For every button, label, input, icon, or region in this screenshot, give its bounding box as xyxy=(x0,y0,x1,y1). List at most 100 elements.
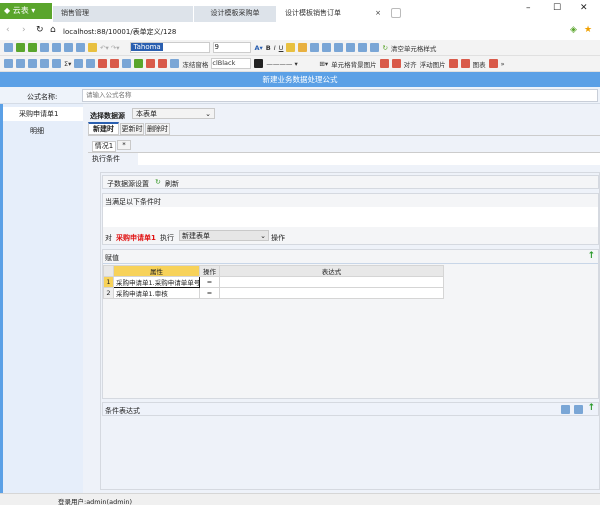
extension-icon[interactable]: ◈ xyxy=(570,25,577,35)
sub-source-button[interactable]: 子数据源设置 xyxy=(107,179,149,189)
align-bottom-icon[interactable] xyxy=(370,43,380,52)
refresh-button[interactable]: 刷新 xyxy=(165,179,179,189)
color-swatch-icon[interactable] xyxy=(254,59,264,68)
color-select[interactable]: clBlack xyxy=(211,58,252,69)
italic-icon[interactable]: I xyxy=(274,44,276,52)
tab-sales-template[interactable]: 设计模板销售订单 × xyxy=(277,6,387,22)
up-arrow-icon[interactable]: ↑ xyxy=(587,251,595,261)
align-top-icon[interactable] xyxy=(346,43,356,52)
cut-icon[interactable] xyxy=(52,43,61,52)
font-size-select[interactable]: 9 xyxy=(213,42,252,53)
name-input[interactable] xyxy=(82,89,598,102)
align-left-icon[interactable] xyxy=(310,43,320,52)
fill-color-icon[interactable] xyxy=(286,43,296,52)
report2-icon[interactable] xyxy=(110,59,120,68)
clear-format-button[interactable]: 清空单元格样式 xyxy=(391,43,437,53)
user-icon[interactable] xyxy=(122,59,132,68)
table-row[interactable]: 1 采购申请单1.采购申请单单号 = xyxy=(103,276,444,288)
case-tab-1[interactable]: 情况1 xyxy=(92,141,116,152)
delete-row-icon[interactable] xyxy=(28,59,37,68)
chart-icon[interactable] xyxy=(488,59,498,68)
float2-icon[interactable] xyxy=(460,59,470,68)
close-tab-icon[interactable]: × xyxy=(375,6,381,20)
action-select[interactable]: 新建表单 ⌄ xyxy=(179,230,269,241)
align-right-icon[interactable] xyxy=(334,43,344,52)
export-icon[interactable] xyxy=(16,43,25,52)
freeze-button[interactable]: 冻结窗格 xyxy=(182,59,208,69)
image-icon[interactable] xyxy=(379,59,389,68)
report-icon[interactable] xyxy=(98,59,108,68)
tab-update[interactable]: 更新时 xyxy=(120,123,144,135)
table-row[interactable]: 2 采购申请单1.审核 = xyxy=(103,287,444,299)
insert-col-icon[interactable] xyxy=(16,59,25,68)
add-case-tab[interactable]: * xyxy=(117,140,131,150)
user2-icon[interactable] xyxy=(134,59,144,68)
sidebar-item-detail[interactable]: 明细 xyxy=(30,126,44,136)
attr-cell[interactable]: 采购申请单1.审核 xyxy=(113,287,200,299)
font-color-icon[interactable]: A▾ xyxy=(254,44,262,52)
copy-icon[interactable] xyxy=(64,43,73,52)
tab-create[interactable]: 新建时 xyxy=(88,122,119,135)
more-icon[interactable]: » xyxy=(501,60,505,68)
preview-icon[interactable] xyxy=(40,43,49,52)
align-button[interactable]: 对齐 xyxy=(404,59,417,69)
url-field[interactable]: localhost:88/10001/表单定义/128 xyxy=(63,27,176,37)
forward-icon[interactable]: › xyxy=(22,25,26,35)
chart-button[interactable]: 图表 xyxy=(473,59,486,69)
save-icon[interactable] xyxy=(4,43,13,52)
paste-icon[interactable] xyxy=(76,43,85,52)
insert-row-icon[interactable] xyxy=(4,59,13,68)
minimize-icon[interactable]: – xyxy=(526,3,531,13)
tab-sales[interactable]: 销售管理 xyxy=(53,6,193,22)
table-icon[interactable] xyxy=(74,59,84,68)
image2-icon[interactable] xyxy=(391,59,401,68)
font-select[interactable]: Tahoma xyxy=(130,42,211,53)
add-expr-icon[interactable] xyxy=(561,405,570,414)
align-center-icon[interactable] xyxy=(322,43,332,52)
undo-icon[interactable]: ↶▾ ↷▾ xyxy=(100,44,119,52)
doc-icon[interactable] xyxy=(146,59,156,68)
expr-cell[interactable] xyxy=(219,276,444,288)
float-icon[interactable] xyxy=(448,59,458,68)
chevron-down-icon: ⌄ xyxy=(205,110,211,118)
underline-icon[interactable]: U xyxy=(279,44,284,52)
reload-icon[interactable]: ↻ xyxy=(36,25,44,35)
merge-icon[interactable] xyxy=(52,59,61,68)
star-icon[interactable]: ★ xyxy=(584,25,592,35)
new-tab-button[interactable] xyxy=(391,8,401,18)
import-icon[interactable] xyxy=(28,43,37,52)
source-select[interactable]: 本表单 ⌄ xyxy=(132,108,215,119)
edit-expr-icon[interactable] xyxy=(574,405,583,414)
back-icon[interactable]: ‹ xyxy=(6,25,10,35)
percent-icon[interactable] xyxy=(170,59,180,68)
cell-bg-button[interactable]: 单元格背景图片 xyxy=(331,59,377,69)
align-middle-icon[interactable] xyxy=(358,43,368,52)
attr-cell[interactable]: 采购申请单1.采购申请单单号 xyxy=(113,276,200,288)
brand-button[interactable]: ◆ 云表 ▾ xyxy=(0,3,52,19)
format-painter-icon[interactable] xyxy=(88,43,97,52)
tab-purchase-template[interactable]: 设计模板采购单 xyxy=(194,6,276,22)
delete-col-icon[interactable] xyxy=(40,59,49,68)
sum-icon[interactable]: Σ▾ xyxy=(64,60,71,68)
float-image-button[interactable]: 浮动图片 xyxy=(420,59,446,69)
condition-input[interactable] xyxy=(103,207,598,227)
doc2-icon[interactable] xyxy=(158,59,168,68)
border-icon[interactable]: ⊞▾ xyxy=(319,60,328,68)
sidebar-item-main[interactable]: 采购申请单1 xyxy=(3,107,83,121)
op-cell[interactable]: = xyxy=(199,276,220,288)
table2-icon[interactable] xyxy=(86,59,96,68)
tab-delete[interactable]: 删除时 xyxy=(145,123,170,135)
tab-label: 情况1 xyxy=(94,142,114,150)
up-arrow-icon[interactable]: ↑ xyxy=(587,403,595,413)
clear-format-icon[interactable]: ↻ xyxy=(382,44,387,52)
line-style-select[interactable]: ———— ▾ xyxy=(266,60,316,68)
lock-icon[interactable] xyxy=(298,43,308,52)
close-window-icon[interactable]: ✕ xyxy=(580,3,588,13)
exec-label: 执行 xyxy=(160,234,174,242)
maximize-icon[interactable]: ☐ xyxy=(553,3,561,13)
op-cell[interactable]: = xyxy=(199,287,220,299)
bold-icon[interactable]: B xyxy=(266,44,271,52)
expr-cell[interactable] xyxy=(219,287,444,299)
refresh-icon[interactable]: ↻ xyxy=(155,178,161,186)
home-icon[interactable]: ⌂ xyxy=(50,25,56,35)
